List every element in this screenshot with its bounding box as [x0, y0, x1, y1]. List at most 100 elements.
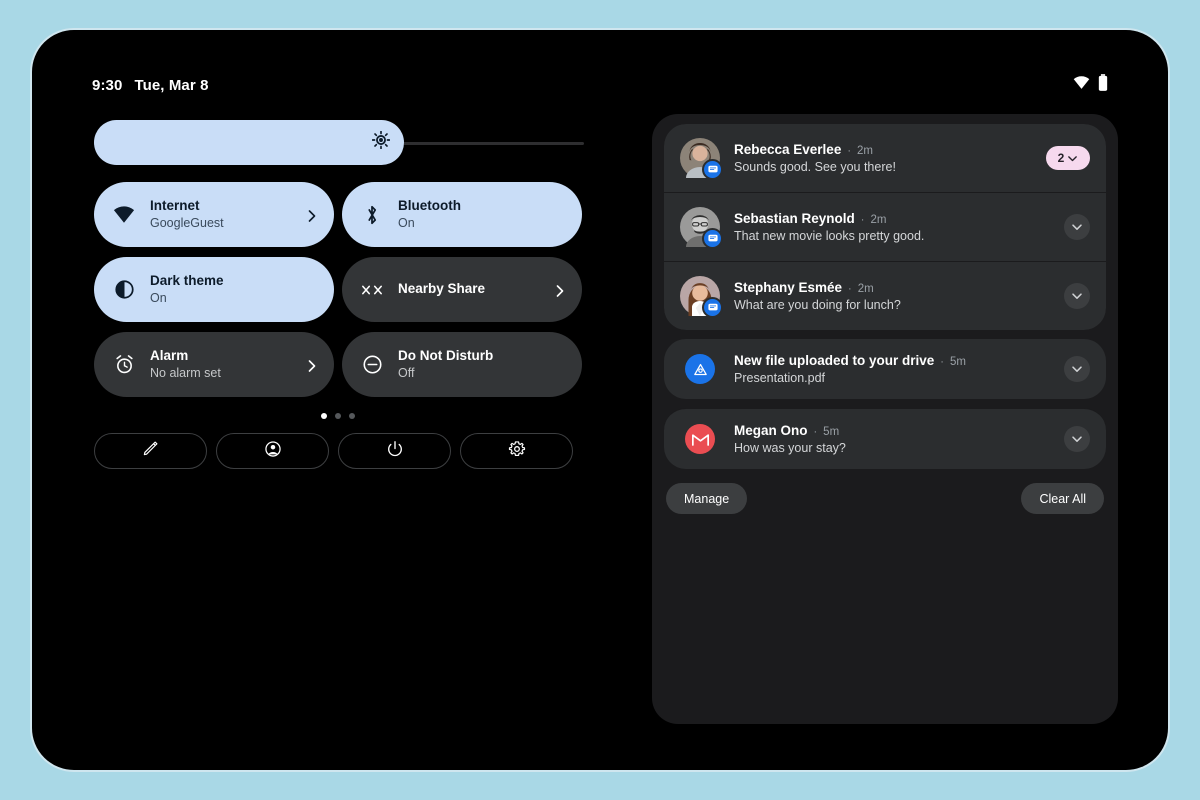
notification-body: Rebecca Everlee · 2m Sounds good. See yo…: [734, 142, 1036, 174]
tile-alarm[interactable]: Alarm No alarm set: [94, 332, 334, 397]
status-bar: 9:30 Tue, Mar 8: [66, 62, 1134, 108]
tile-dark-theme[interactable]: Dark theme On: [94, 257, 334, 322]
expand-button[interactable]: [1064, 356, 1090, 382]
quick-settings-footer: [94, 433, 582, 469]
chevron-down-icon: [1072, 293, 1082, 299]
avatar: [680, 138, 723, 180]
brightness-fill: [94, 120, 404, 165]
manage-button[interactable]: Manage: [666, 483, 748, 514]
quick-settings-tiles: Internet GoogleGuest Bluetooth On Dark t…: [94, 182, 614, 397]
drive-icon: [685, 354, 715, 384]
notification-separator: ·: [813, 426, 818, 438]
settings-button[interactable]: [460, 433, 573, 469]
gmail-icon: [685, 424, 715, 454]
notification-sebastian-reynold[interactable]: Sebastian Reynold · 2m That new movie lo…: [664, 192, 1106, 261]
notification-message: How was your stay?: [734, 441, 846, 455]
dark-theme-icon: [112, 278, 136, 302]
tile-label: Bluetooth: [398, 197, 461, 213]
notification-rebecca-everlee[interactable]: Rebecca Everlee · 2m Sounds good. See yo…: [664, 124, 1106, 192]
notification-time: 5m: [823, 426, 840, 438]
edit-tiles-button[interactable]: [94, 433, 207, 469]
notification-body: Sebastian Reynold · 2m That new movie lo…: [734, 211, 1054, 243]
do-not-disturb-icon: [360, 353, 384, 377]
battery-icon: [1098, 74, 1108, 96]
notification-megan-ono[interactable]: Megan Ono · 5m How was your stay?: [664, 408, 1106, 469]
status-bar-right: [1073, 74, 1108, 96]
chevron-down-icon: [1072, 366, 1082, 372]
expand-button[interactable]: [1064, 426, 1090, 452]
clear-all-button[interactable]: Clear All: [1021, 483, 1104, 514]
tile-dark-theme-text: Dark theme On: [150, 273, 224, 306]
tablet-screen: 9:30 Tue, Mar 8 Internet GoogleGuest Blu…: [66, 62, 1134, 738]
account-circle-icon: [264, 440, 282, 463]
shade-spacer: [664, 330, 1106, 339]
notification-body: New file uploaded to your drive · 5m Pre…: [734, 353, 1054, 385]
tile-bluetooth-text: Bluetooth On: [398, 198, 461, 231]
messages-icon: [702, 228, 723, 249]
tile-sublabel: GoogleGuest: [150, 215, 224, 230]
pencil-icon: [142, 440, 159, 462]
notification-count-badge[interactable]: 2: [1046, 146, 1090, 170]
expand-button[interactable]: [1064, 214, 1090, 240]
notification-separator: ·: [847, 145, 851, 157]
tile-internet[interactable]: Internet GoogleGuest: [94, 182, 334, 247]
notification-separator: ·: [940, 356, 944, 368]
alarm-icon: [112, 353, 136, 377]
page-dot-2[interactable]: [335, 413, 341, 419]
screenshot-root: 9:30 Tue, Mar 8 Internet GoogleGuest Blu…: [0, 0, 1200, 800]
notification-title: New file uploaded to your drive: [734, 353, 935, 368]
notification-title-row: New file uploaded to your drive · 5m: [734, 353, 1054, 368]
chevron-down-icon: [1072, 436, 1082, 442]
notification-message: Presentation.pdf: [734, 371, 826, 385]
avatar: [680, 276, 723, 318]
bluetooth-icon: [360, 203, 384, 227]
notification-time: 2m: [857, 283, 874, 295]
notification-time: 2m: [857, 145, 873, 157]
tile-nearby-share[interactable]: Nearby Share: [342, 257, 582, 322]
tile-do-not-disturb-text: Do Not Disturb Off: [398, 348, 493, 381]
notification-shade: Rebecca Everlee · 2m Sounds good. See yo…: [652, 114, 1118, 724]
notification-title-row: Megan Ono · 5m: [734, 423, 1054, 438]
messages-icon: [702, 297, 723, 318]
power-button[interactable]: [338, 433, 451, 469]
notification-stephany-esmee[interactable]: Stephany Esmée · 2m What are you doing f…: [664, 261, 1106, 330]
notification-sender: Rebecca Everlee: [734, 142, 842, 157]
tile-bluetooth[interactable]: Bluetooth On: [342, 182, 582, 247]
nearby-share-icon: [360, 278, 384, 302]
chevron-right-icon[interactable]: [306, 359, 318, 372]
tile-internet-text: Internet GoogleGuest: [150, 198, 224, 231]
notification-drive-upload[interactable]: New file uploaded to your drive · 5m Pre…: [664, 339, 1106, 399]
tile-label: Do Not Disturb: [398, 347, 494, 363]
notification-sender: Sebastian Reynold: [734, 211, 855, 226]
tile-sublabel: On: [398, 215, 415, 230]
page-dot-3[interactable]: [349, 413, 355, 419]
notification-time: 5m: [949, 356, 966, 368]
tile-sublabel: No alarm set: [150, 365, 221, 380]
tile-label: Internet: [150, 197, 200, 213]
user-switch-button[interactable]: [216, 433, 329, 469]
notification-title-row: Sebastian Reynold · 2m: [734, 211, 1054, 226]
wifi-icon: [112, 203, 136, 227]
tile-sublabel: On: [150, 290, 167, 305]
notification-separator: ·: [848, 283, 852, 295]
notification-separator: ·: [860, 214, 865, 226]
tile-do-not-disturb[interactable]: Do Not Disturb Off: [342, 332, 582, 397]
notification-group-messages: Rebecca Everlee · 2m Sounds good. See yo…: [664, 124, 1106, 330]
status-date: Tue, Mar 8: [134, 76, 209, 94]
tile-alarm-text: Alarm No alarm set: [150, 348, 221, 381]
notification-message: That new movie looks pretty good.: [734, 229, 925, 243]
brightness-slider[interactable]: [94, 120, 614, 168]
chevron-right-icon[interactable]: [554, 284, 566, 297]
tablet-device-frame: 9:30 Tue, Mar 8 Internet GoogleGuest Blu…: [30, 28, 1170, 772]
messages-icon: [702, 159, 723, 180]
notification-body: Megan Ono · 5m How was your stay?: [734, 423, 1054, 455]
expand-button[interactable]: [1064, 283, 1090, 309]
page-dot-1[interactable]: [321, 413, 327, 419]
notification-body: Stephany Esmée · 2m What are you doing f…: [734, 280, 1054, 312]
notification-sender: Stephany Esmée: [734, 280, 843, 295]
notification-count: 2: [1057, 151, 1065, 165]
brightness-icon: [371, 130, 391, 154]
tile-nearby-share-text: Nearby Share: [398, 281, 485, 298]
notification-time: 2m: [870, 214, 887, 226]
chevron-right-icon[interactable]: [306, 209, 318, 222]
